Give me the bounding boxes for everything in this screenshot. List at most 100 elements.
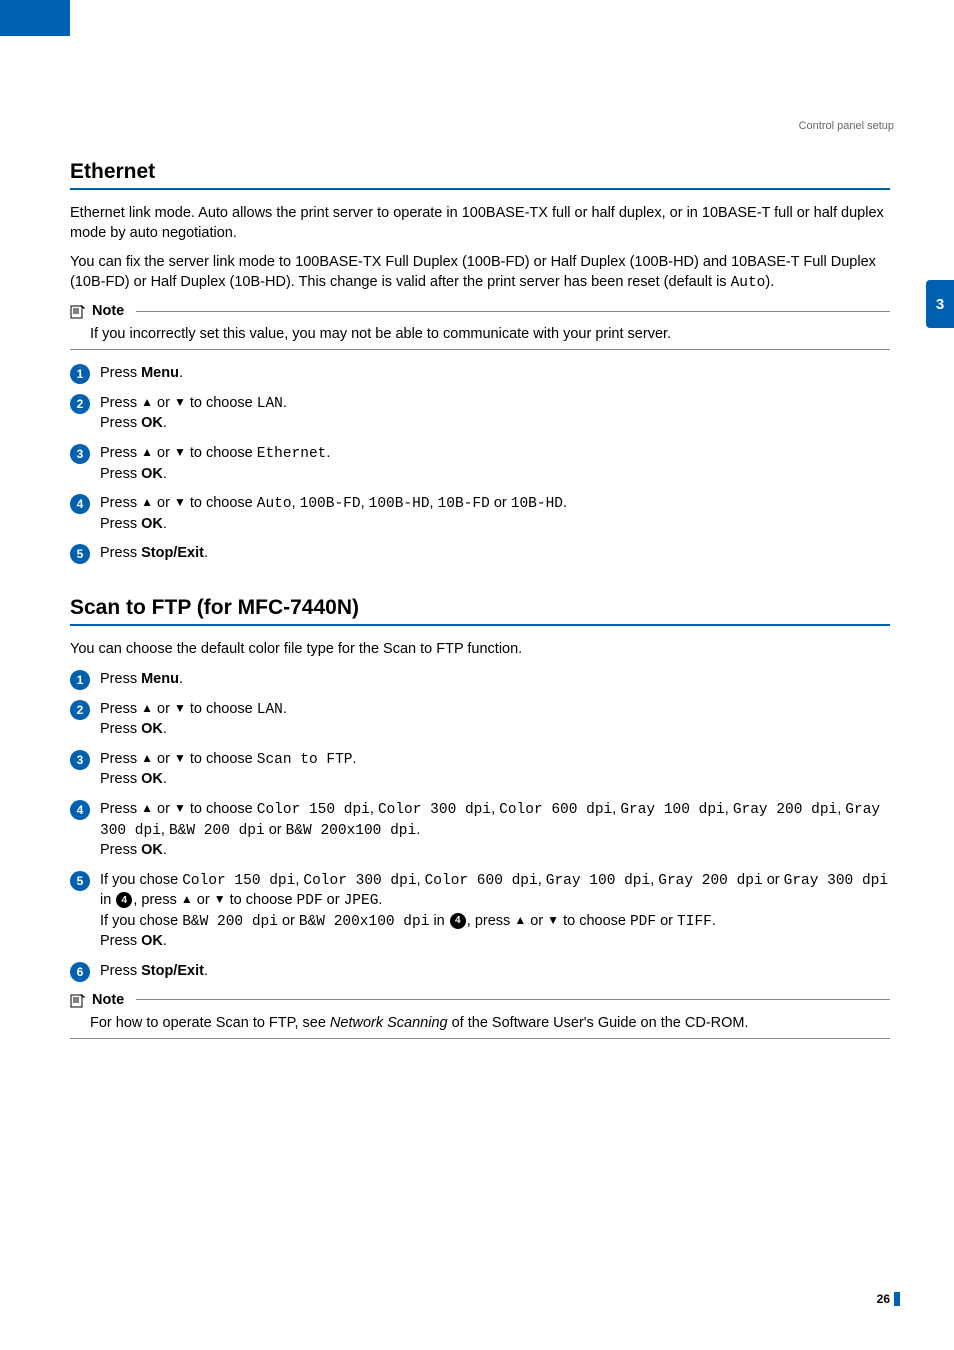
text: or (193, 892, 214, 908)
code-text: TIFF (677, 914, 712, 930)
step-text: If you chose Color 150 dpi, Color 300 dp… (100, 871, 890, 952)
step-ref-icon: 4 (116, 892, 132, 908)
step-5: 5 If you chose Color 150 dpi, Color 300 … (70, 871, 890, 952)
text: Press (100, 842, 141, 858)
code-text: Gray 100 dpi (620, 802, 724, 818)
step-bullet: 1 (70, 670, 90, 690)
text: Press (100, 516, 141, 532)
text: . (563, 495, 567, 511)
page-number-accent (894, 1292, 900, 1306)
text: or (153, 801, 174, 817)
code-text: LAN (257, 702, 283, 718)
code-text: PDF (297, 893, 323, 909)
step-text: Press ▲ or ▼ to choose LAN. Press OK. (100, 700, 287, 740)
code-text: 10B-HD (511, 496, 563, 512)
down-arrow-icon: ▼ (174, 701, 186, 715)
step-text: Press ▲ or ▼ to choose Scan to FTP. Pres… (100, 750, 357, 790)
text: or (153, 445, 174, 461)
text: . (712, 913, 716, 929)
code-text: LAN (257, 396, 283, 412)
down-arrow-icon: ▼ (174, 495, 186, 509)
text: or (490, 495, 511, 511)
code-text: Color 150 dpi (182, 873, 295, 889)
stop-exit-key: Stop/Exit (141, 963, 204, 979)
down-arrow-icon: ▼ (174, 801, 186, 815)
text: to choose (186, 751, 257, 767)
note-rule (136, 999, 890, 1000)
ok-key: OK (141, 721, 163, 737)
text: , press (133, 892, 181, 908)
step-bullet: 2 (70, 394, 90, 414)
step-4: 4 Press ▲ or ▼ to choose Auto, 100B-FD, … (70, 494, 890, 534)
text: , (417, 872, 425, 888)
menu-key: Menu (141, 671, 179, 687)
ok-key: OK (141, 516, 163, 532)
text: . (352, 751, 356, 767)
code-text: Color 300 dpi (378, 802, 491, 818)
note-label: Note (92, 992, 124, 1008)
up-arrow-icon: ▲ (514, 913, 526, 927)
text: If you chose (100, 872, 182, 888)
divider (70, 624, 890, 626)
text: Press (100, 721, 141, 737)
text: If you chose (100, 913, 182, 929)
code-text: 10B-FD (438, 496, 490, 512)
section-title-ethernet: Ethernet (70, 160, 890, 184)
text: ). (765, 274, 774, 290)
paragraph: Ethernet link mode. Auto allows the prin… (70, 204, 890, 243)
step-bullet: 6 (70, 962, 90, 982)
text: Press (100, 466, 141, 482)
text: or (153, 395, 174, 411)
text: Press (100, 545, 141, 561)
text: to choose (559, 913, 630, 929)
ok-key: OK (141, 842, 163, 858)
text: in (429, 913, 448, 929)
step-text: Press Stop/Exit. (100, 962, 208, 982)
text: , (430, 495, 438, 511)
step-bullet: 5 (70, 544, 90, 564)
note-end-rule (70, 349, 890, 350)
text: . (283, 701, 287, 717)
text: or (278, 913, 299, 929)
text: , (725, 801, 733, 817)
code-text: Gray 200 dpi (658, 873, 762, 889)
text: . (179, 671, 183, 687)
step-bullet: 4 (70, 800, 90, 820)
text: or (323, 892, 344, 908)
text: . (283, 395, 287, 411)
text: . (179, 365, 183, 381)
stop-exit-key: Stop/Exit (141, 545, 204, 561)
text: . (378, 892, 382, 908)
step-bullet: 3 (70, 444, 90, 464)
text: . (163, 933, 167, 949)
code-text: B&W 200 dpi (182, 914, 278, 930)
text: Press (100, 963, 141, 979)
text: to choose (186, 395, 257, 411)
note-body: For how to operate Scan to FTP, see Netw… (90, 1014, 890, 1034)
code-text: Color 300 dpi (303, 873, 416, 889)
code-text: Gray 100 dpi (546, 873, 650, 889)
text: , (161, 822, 169, 838)
text: Press (100, 415, 141, 431)
text: to choose (226, 892, 297, 908)
text: or (153, 495, 174, 511)
note-label: Note (92, 303, 124, 319)
code-text: Auto (257, 496, 292, 512)
code-text: Auto (731, 275, 766, 291)
text: , (538, 872, 546, 888)
paragraph: You can choose the default color file ty… (70, 640, 890, 660)
text: , (491, 801, 499, 817)
chapter-tab: 3 (926, 280, 954, 328)
step-text: Press Stop/Exit. (100, 544, 208, 564)
text: Press (100, 395, 141, 411)
up-arrow-icon: ▲ (141, 445, 153, 459)
step-bullet: 1 (70, 364, 90, 384)
code-text: 100B-FD (300, 496, 361, 512)
code-text: 100B-HD (369, 496, 430, 512)
note-rule (136, 311, 890, 312)
note-icon (70, 303, 86, 319)
step-4: 4 Press ▲ or ▼ to choose Color 150 dpi, … (70, 800, 890, 861)
divider (70, 188, 890, 190)
text: Press (100, 801, 141, 817)
step-text: Press ▲ or ▼ to choose Color 150 dpi, Co… (100, 800, 890, 861)
